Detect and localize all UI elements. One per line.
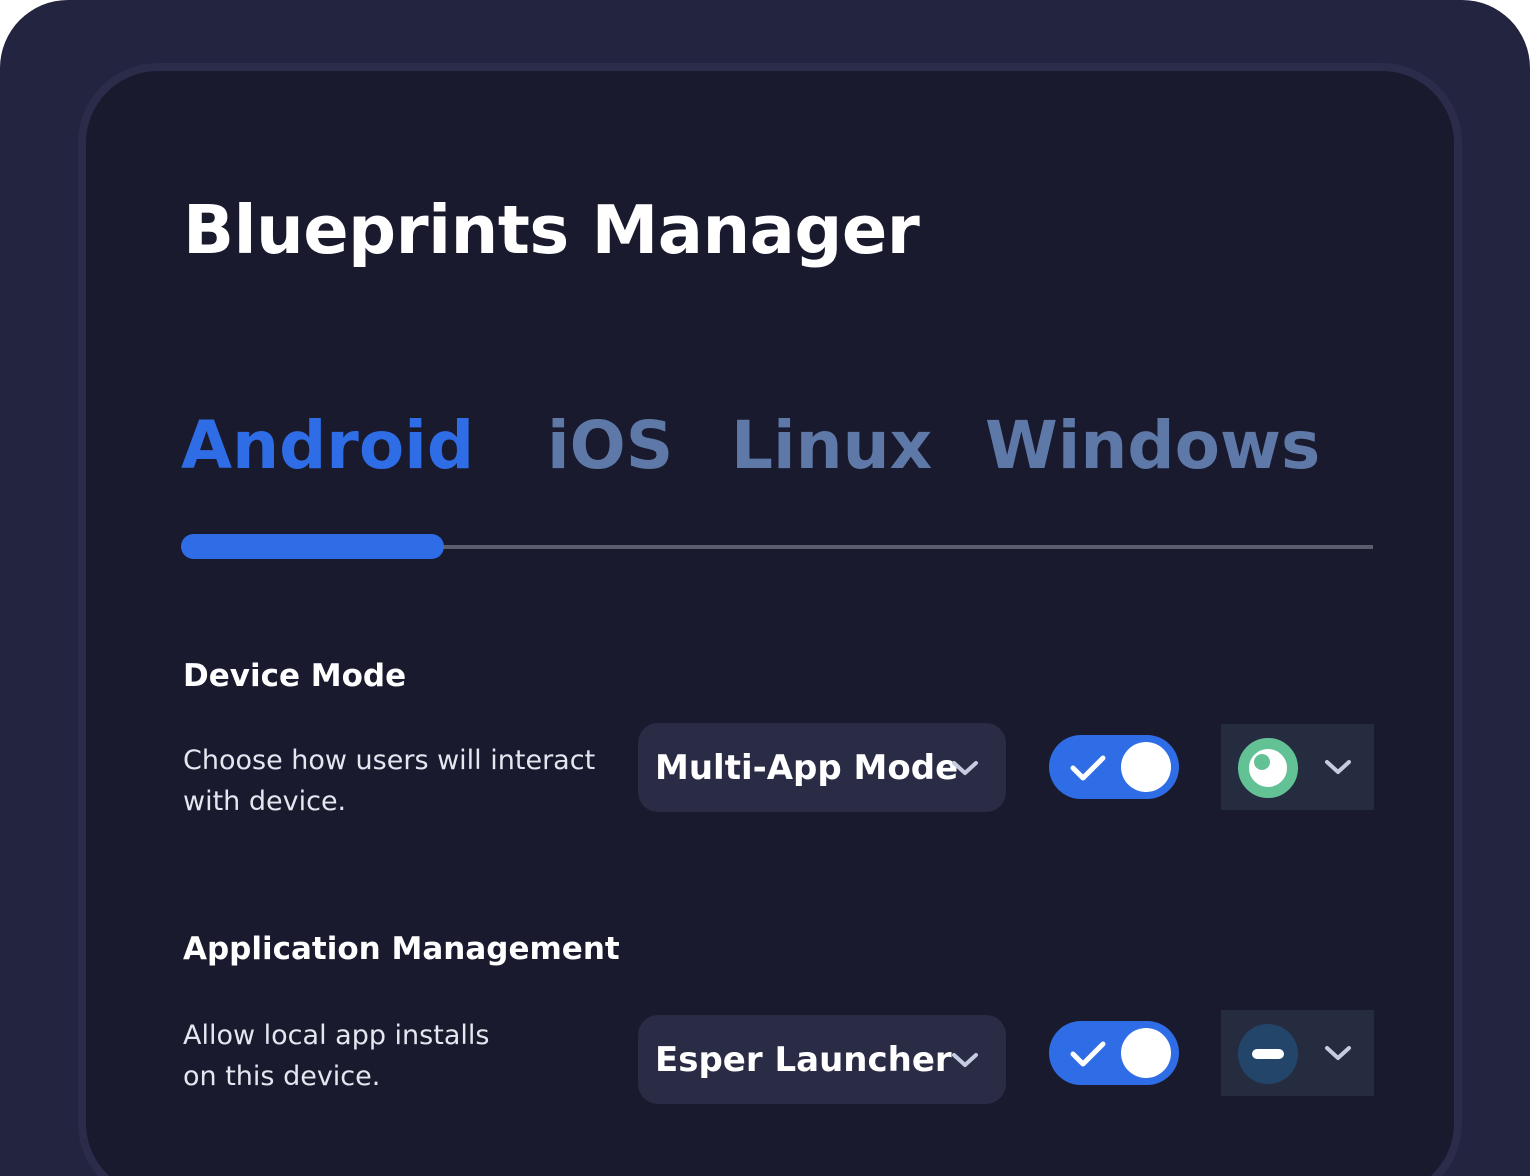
device-mode-title: Device Mode <box>183 658 407 694</box>
tab-windows[interactable]: Windows <box>985 406 1320 486</box>
toggle-knob <box>1121 742 1171 792</box>
app-management-select-value: Esper Launcher <box>655 1039 952 1080</box>
device-mode-description: Choose how users will interact with devi… <box>183 745 596 817</box>
device-mode-select[interactable]: Multi-App Mode <box>638 723 1006 812</box>
chevron-down-icon <box>952 760 978 775</box>
app-management-toggle[interactable] <box>1049 1021 1179 1085</box>
toggle-knob <box>1121 1028 1171 1078</box>
tab-linux[interactable]: Linux <box>731 406 932 486</box>
app-management-status-dropdown[interactable] <box>1221 1010 1374 1096</box>
active-tab-indicator <box>181 534 444 559</box>
check-icon <box>1070 755 1106 781</box>
tab-ios[interactable]: iOS <box>547 406 673 486</box>
chevron-down-icon <box>1325 1046 1351 1060</box>
page-title: Blueprints Manager <box>183 191 920 269</box>
app-management-select[interactable]: Esper Launcher <box>638 1015 1006 1104</box>
app-management-description: Allow local app installs on this device. <box>183 1020 490 1092</box>
minus-circle-icon <box>1238 1024 1298 1084</box>
app-window: Blueprints Manager Android iOS Linux Win… <box>0 0 1530 1176</box>
tab-android[interactable]: Android <box>181 406 474 486</box>
app-management-title: Application Management <box>183 931 620 967</box>
check-icon <box>1070 1041 1106 1067</box>
device-mode-status-dropdown[interactable] <box>1221 724 1374 810</box>
chevron-down-icon <box>1325 760 1351 774</box>
radio-on-icon <box>1238 738 1298 798</box>
device-mode-toggle[interactable] <box>1049 735 1179 799</box>
device-mode-select-value: Multi-App Mode <box>655 747 959 788</box>
chevron-down-icon <box>952 1052 978 1067</box>
